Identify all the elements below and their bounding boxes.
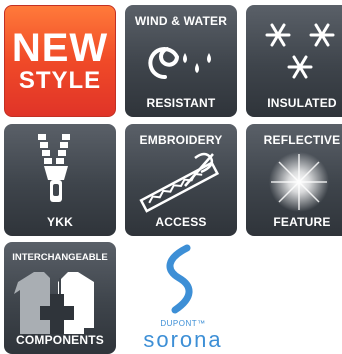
wind-water-resistant-tile: WIND & WATER RESISTANT [125,5,237,117]
new-style-tile: NEW STYLE [4,5,116,117]
new-label: NEW [11,26,109,70]
access-label: ACCESS [155,215,207,229]
feature-label: FEATURE [273,215,331,229]
insulated-label: INSULATED [267,96,337,110]
sorona-swoosh-icon [166,244,193,314]
reflective-feature-tile: REFLECTIVE FEATURE [246,124,342,236]
insulated-tile: INSULATED [246,5,342,117]
style-label: STYLE [18,67,102,94]
ykk-label: YKK [47,215,73,229]
resistant-label: RESISTANT [146,96,216,110]
embroidery-access-tile: EMBROIDERY ACCESS [125,124,237,236]
ykk-tile: YKK [4,124,116,236]
interchangeable-components-tile: INTERCHANGEABLE COMPONENTS [4,242,116,354]
sorona-label: sorona [143,327,223,352]
components-label: COMPONENTS [15,333,104,347]
sorona-logo: DUPONT™ sorona [127,236,239,354]
